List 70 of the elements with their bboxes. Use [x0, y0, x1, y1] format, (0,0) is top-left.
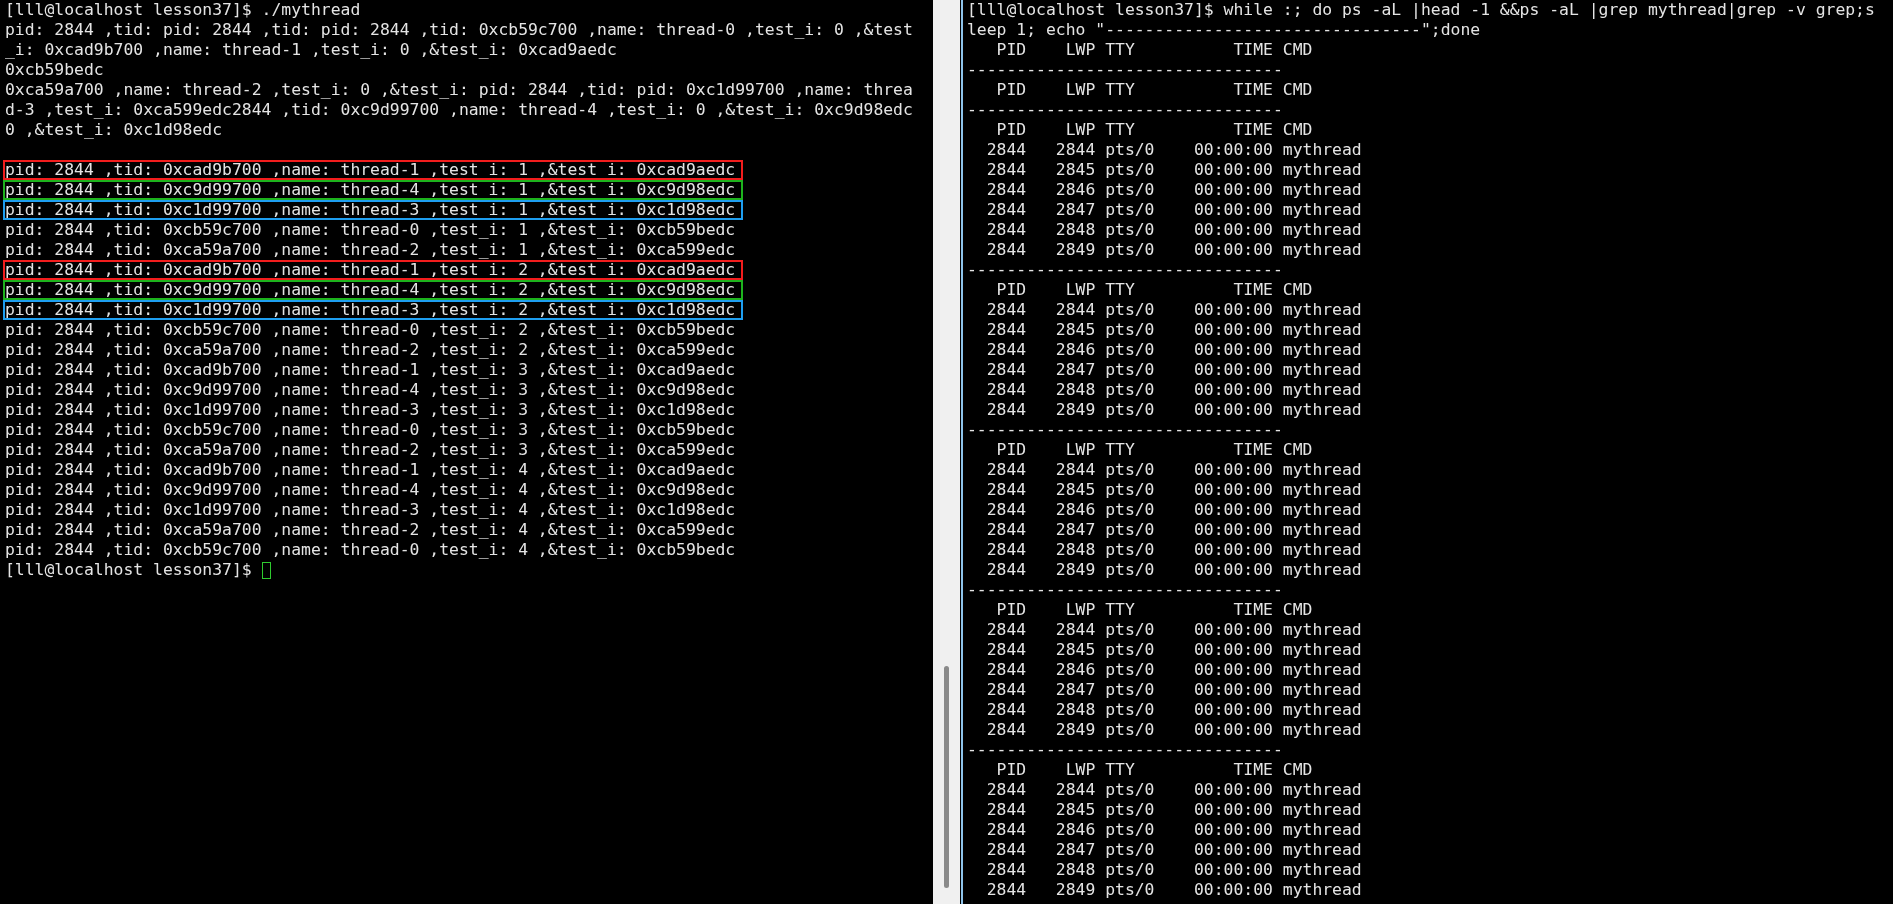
output-line: 2844 2846 pts/0 00:00:00 mythread [985, 180, 1362, 200]
output-line: PID LWP TTY TIME CMD [995, 120, 1313, 140]
output-line: 2844 2847 pts/0 00:00:00 mythread [985, 200, 1362, 220]
output-line: 2844 2845 pts/0 00:00:00 mythread [985, 480, 1362, 500]
output-line: leep 1; echo "--------------------------------";done [967, 20, 1481, 40]
output-line: pid: 2844 ,tid: 0xca59a700 ,name: thread-2 ,test_i: 3 ,&test_i: 0xca599edc [5, 440, 736, 459]
output-line: pid: 2844 ,tid: 0xca59a700 ,name: thread-2 ,test_i: 4 ,&test_i: 0xca599edc [5, 520, 736, 539]
output-line: 2844 2845 pts/0 00:00:00 mythread [985, 800, 1362, 820]
output-line: -------------------------------- [967, 60, 1283, 80]
output-line: pid: 2844 ,tid: 0xcb59c700 ,name: thread-0 ,test_i: 4 ,&test_i: 0xcb59bedc [5, 540, 736, 559]
output-line: d-3 ,test_i: 0xca599edc2844 ,tid: 0xc9d99700 ,name: thread-4 ,test_i: 0 ,&test_i: 0xc9d98edc [5, 100, 913, 119]
output-line: 2844 2845 pts/0 00:00:00 mythread [985, 320, 1362, 340]
output-line: PID LWP TTY TIME CMD [995, 440, 1313, 460]
output-line: _i: 0xcad9b700 ,name: thread-1 ,test_i: 0 ,&test_i: 0xcad9aedc [5, 40, 617, 59]
output-line: 2844 2849 pts/0 00:00:00 mythread [985, 400, 1362, 420]
output-line: PID LWP TTY TIME CMD [995, 80, 1313, 100]
output-line: 2844 2845 pts/0 00:00:00 mythread [985, 160, 1362, 180]
output-line: 2844 2848 pts/0 00:00:00 mythread [985, 380, 1362, 400]
output-line: pid: 2844 ,tid: 0xcb59c700 ,name: thread-0 ,test_i: 3 ,&test_i: 0xcb59bedc [5, 420, 736, 439]
output-line: pid: 2844 ,tid: pid: 2844 ,tid: pid: 2844 ,tid: 0xcb59c700 ,name: thread-0 ,test_i: 0 ,&test [5, 20, 913, 39]
output-line: 2844 2844 pts/0 00:00:00 mythread [985, 460, 1362, 480]
output-line: 2844 2849 pts/0 00:00:00 mythread [985, 240, 1362, 260]
output-line: 2844 2844 pts/0 00:00:00 mythread [985, 780, 1362, 800]
shell-prompt: [lll@localhost lesson37]$ [5, 560, 253, 580]
output-line: 2844 2846 pts/0 00:00:00 mythread [985, 660, 1362, 680]
scrollbar[interactable] [933, 0, 960, 904]
output-line: 2844 2848 pts/0 00:00:00 mythread [985, 540, 1362, 560]
scrollbar-thumb[interactable] [944, 666, 949, 888]
output-line: PID LWP TTY TIME CMD [995, 760, 1313, 780]
output-line: 2844 2844 pts/0 00:00:00 mythread [985, 140, 1362, 160]
output-line: 2844 2844 pts/0 00:00:00 mythread [985, 620, 1362, 640]
output-line: 0xcb59bedc [5, 60, 104, 79]
output-line: 2844 2846 pts/0 00:00:00 mythread [985, 500, 1362, 520]
output-line: PID LWP TTY TIME CMD [995, 280, 1313, 300]
output-line: 2844 2847 pts/0 00:00:00 mythread [985, 840, 1362, 860]
output-line: 2844 2846 pts/0 00:00:00 mythread [985, 820, 1362, 840]
output-line: 2844 2844 pts/0 00:00:00 mythread [985, 300, 1362, 320]
output-line: pid: 2844 ,tid: 0xc1d99700 ,name: thread-3 ,test_i: 4 ,&test_i: 0xc1d98edc [5, 500, 736, 519]
output-line: 2844 2847 pts/0 00:00:00 mythread [985, 680, 1362, 700]
output-line: 2844 2849 pts/0 00:00:00 mythread [985, 720, 1362, 740]
output-line: 0xca59a700 ,name: thread-2 ,test_i: 0 ,&test_i: pid: 2844 ,tid: pid: 0xc1d99700 ,name: threa [5, 80, 913, 99]
output-line: -------------------------------- [967, 100, 1283, 120]
output-line: pid: 2844 ,tid: 0xca59a700 ,name: thread-2 ,test_i: 1 ,&test_i: 0xca599edc [5, 240, 736, 259]
output-line: pid: 2844 ,tid: 0xca59a700 ,name: thread-2 ,test_i: 2 ,&test_i: 0xca599edc [5, 340, 736, 359]
output-line: -------------------------------- [967, 420, 1283, 440]
output-line: [lll@localhost lesson37]$ while :; do ps -aL |head -1 &&ps -aL |grep mythread|grep -v grep;s [967, 0, 1875, 20]
output-line: -------------------------------- [967, 260, 1283, 280]
output-line: PID LWP TTY TIME CMD [995, 600, 1313, 620]
output-line: 2844 2846 pts/0 00:00:00 mythread [985, 340, 1362, 360]
output-line: 2844 2848 pts/0 00:00:00 mythread [985, 700, 1362, 720]
output-line: 2844 2845 pts/0 00:00:00 mythread [985, 640, 1362, 660]
output-line: -------------------------------- [967, 740, 1283, 760]
output-line: 2844 2848 pts/0 00:00:00 mythread [985, 220, 1362, 240]
output-line: [lll@localhost lesson37]$ ./mythread [5, 0, 361, 19]
output-line: pid: 2844 ,tid: 0xcad9b700 ,name: thread-1 ,test_i: 4 ,&test_i: 0xcad9aedc [5, 460, 736, 479]
output-line: pid: 2844 ,tid: 0xc1d99700 ,name: thread-3 ,test_i: 3 ,&test_i: 0xc1d98edc [5, 400, 736, 419]
output-line: 2844 2849 pts/0 00:00:00 mythread [985, 880, 1362, 900]
output-line: 2844 2848 pts/0 00:00:00 mythread [985, 860, 1362, 880]
output-line: pid: 2844 ,tid: 0xcb59c700 ,name: thread-0 ,test_i: 2 ,&test_i: 0xcb59bedc [5, 320, 736, 339]
output-line: pid: 2844 ,tid: 0xc9d99700 ,name: thread-4 ,test_i: 4 ,&test_i: 0xc9d98edc [5, 480, 736, 499]
output-line: 2844 2847 pts/0 00:00:00 mythread [985, 520, 1362, 540]
cursor-icon [261, 561, 271, 579]
output-line: -------------------------------- [967, 580, 1283, 600]
output-line: 2844 2847 pts/0 00:00:00 mythread [985, 360, 1362, 380]
output-line: 2844 2849 pts/0 00:00:00 mythread [985, 560, 1362, 580]
output-line: pid: 2844 ,tid: 0xc9d99700 ,name: thread-4 ,test_i: 3 ,&test_i: 0xc9d98edc [5, 380, 736, 399]
output-line: pid: 2844 ,tid: 0xcb59c700 ,name: thread-0 ,test_i: 1 ,&test_i: 0xcb59bedc [5, 220, 736, 239]
output-line: pid: 2844 ,tid: 0xcad9b700 ,name: thread-1 ,test_i: 3 ,&test_i: 0xcad9aedc [5, 360, 736, 379]
output-line: PID LWP TTY TIME CMD [995, 40, 1313, 60]
output-line: 0 ,&test_i: 0xc1d98edc [5, 120, 223, 139]
